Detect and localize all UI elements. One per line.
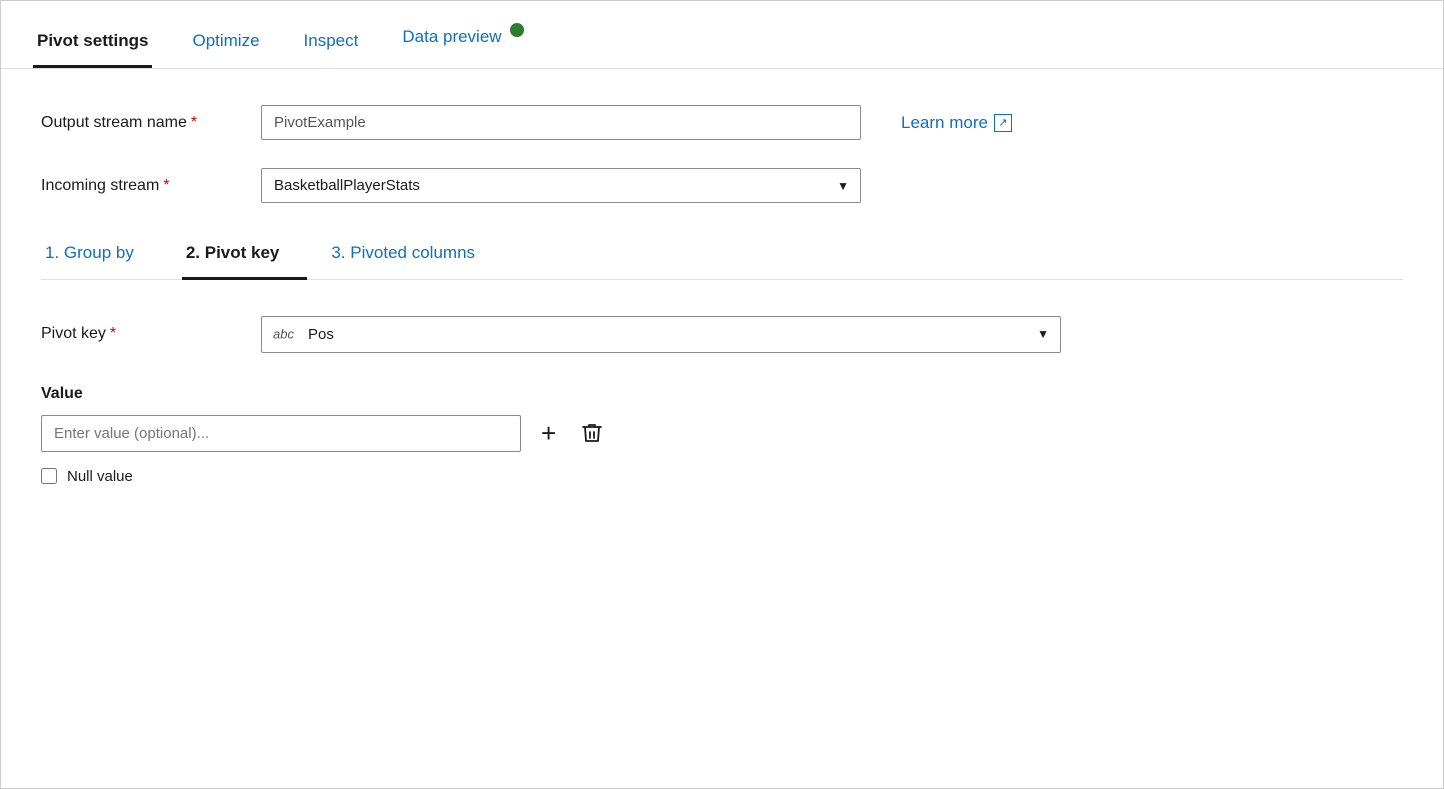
pivot-section: Pivot key * abc Pos ▼ Value + bbox=[41, 316, 1403, 485]
null-value-row: Null value bbox=[41, 468, 1403, 485]
pivot-key-select-wrapper: abc Pos ▼ bbox=[261, 316, 1061, 353]
value-input-row: + bbox=[41, 415, 1403, 452]
tab-data-preview[interactable]: Data preview bbox=[398, 23, 527, 68]
tab-inspect[interactable]: Inspect bbox=[300, 31, 363, 68]
pivot-key-required-star: * bbox=[110, 325, 116, 343]
output-stream-row: Output stream name * Learn more ↗ bbox=[41, 105, 1403, 140]
output-stream-label: Output stream name * bbox=[41, 114, 261, 132]
tab-optimize[interactable]: Optimize bbox=[188, 31, 263, 68]
data-preview-status-dot bbox=[510, 23, 524, 37]
add-value-button[interactable]: + bbox=[537, 418, 560, 449]
main-content: Output stream name * Learn more ↗ Incomi… bbox=[1, 69, 1443, 521]
learn-more-link[interactable]: Learn more ↗ bbox=[901, 113, 1012, 133]
value-section: Value + bbox=[41, 385, 1403, 485]
incoming-stream-required-star: * bbox=[163, 177, 169, 195]
trash-icon bbox=[580, 421, 604, 445]
sub-tab-pivot-key[interactable]: 2. Pivot key bbox=[182, 231, 308, 280]
output-stream-input[interactable] bbox=[261, 105, 861, 140]
incoming-stream-label: Incoming stream * bbox=[41, 177, 261, 195]
delete-value-button[interactable] bbox=[576, 421, 608, 445]
incoming-stream-row: Incoming stream * BasketballPlayerStats … bbox=[41, 168, 1403, 203]
pivot-key-select[interactable]: Pos bbox=[261, 316, 1061, 353]
sub-tab-pivoted-columns[interactable]: 3. Pivoted columns bbox=[327, 231, 503, 280]
null-value-label: Null value bbox=[67, 468, 133, 485]
pivot-key-row: Pivot key * abc Pos ▼ bbox=[41, 316, 1403, 353]
sub-tab-bar: 1. Group by 2. Pivot key 3. Pivoted colu… bbox=[41, 231, 1403, 280]
incoming-stream-select[interactable]: BasketballPlayerStats bbox=[261, 168, 861, 203]
value-input[interactable] bbox=[41, 415, 521, 452]
null-value-checkbox[interactable] bbox=[41, 468, 57, 484]
sub-tab-group-by[interactable]: 1. Group by bbox=[41, 231, 162, 280]
output-stream-required-star: * bbox=[191, 114, 197, 132]
incoming-stream-select-wrapper: BasketballPlayerStats ▼ bbox=[261, 168, 861, 203]
pivot-key-label: Pivot key * bbox=[41, 325, 261, 343]
top-tab-bar: Pivot settings Optimize Inspect Data pre… bbox=[1, 1, 1443, 69]
value-section-label: Value bbox=[41, 385, 1403, 403]
tab-pivot-settings[interactable]: Pivot settings bbox=[33, 31, 152, 68]
external-link-icon: ↗ bbox=[994, 114, 1012, 132]
